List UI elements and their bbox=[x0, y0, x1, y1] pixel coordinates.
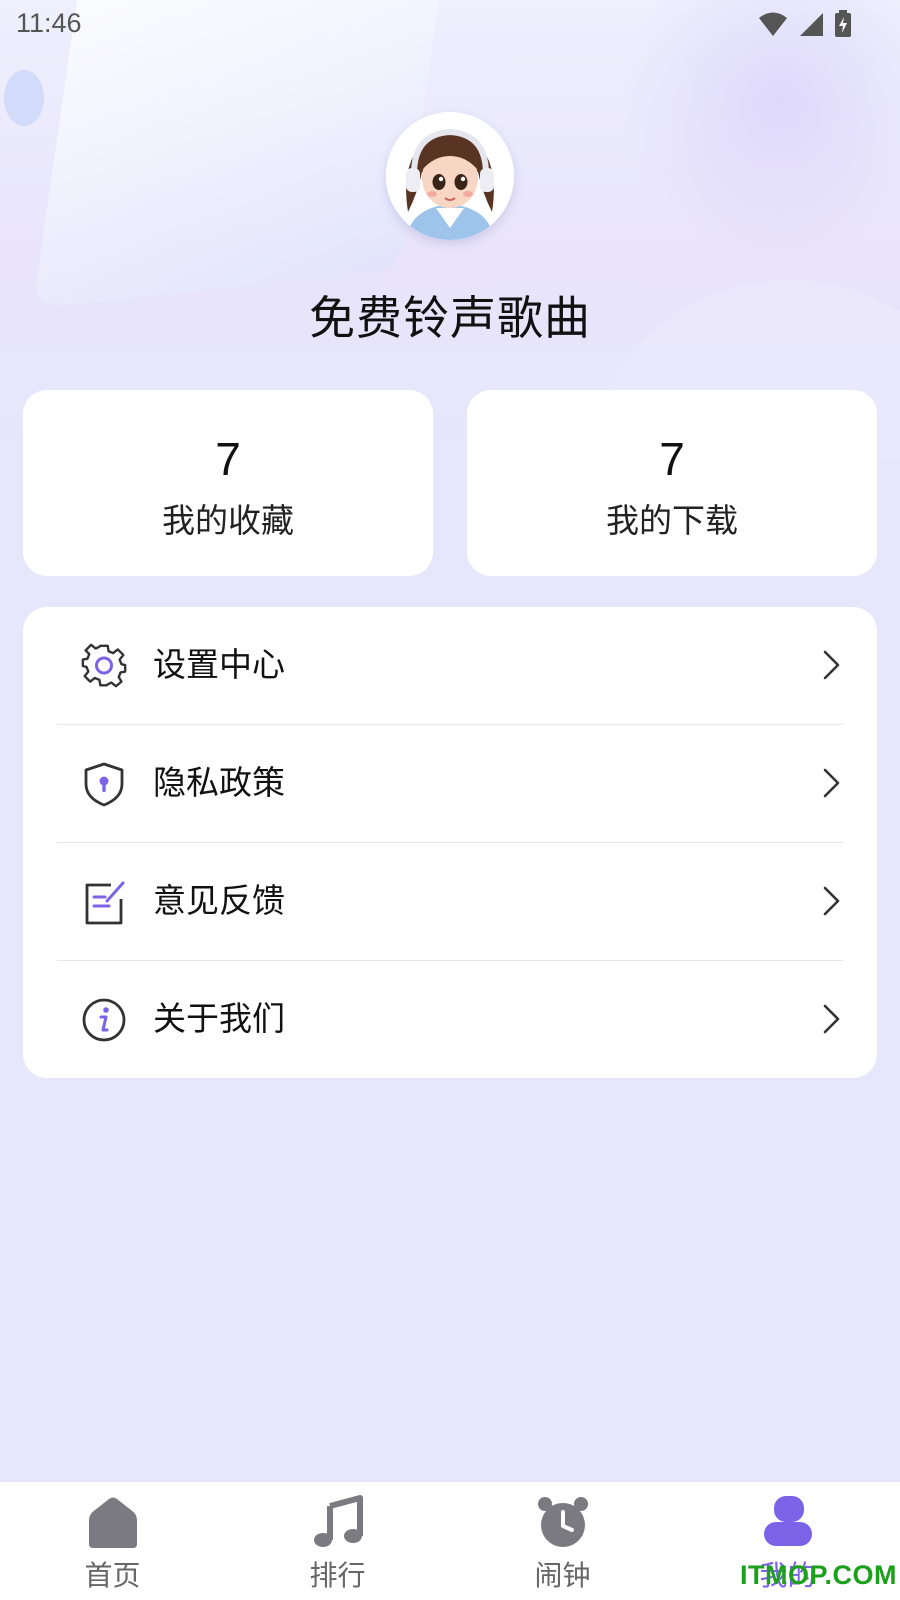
tab-label: 排行 bbox=[309, 1559, 366, 1592]
edit-note-icon bbox=[85, 881, 125, 925]
music-note-icon bbox=[314, 1495, 363, 1547]
tab-label: 闹钟 bbox=[534, 1559, 591, 1592]
battery-charging-icon bbox=[835, 10, 851, 37]
downloads-card[interactable]: 7 我的下载 bbox=[467, 390, 877, 576]
tab-alarm[interactable]: 闹钟 bbox=[450, 1482, 675, 1600]
favorites-count: 7 bbox=[215, 433, 241, 485]
menu-item-privacy[interactable]: 隐私政策 bbox=[57, 725, 843, 842]
watermark: ITMOP.COM bbox=[740, 1560, 898, 1590]
decorative-dot bbox=[4, 70, 44, 126]
chevron-right-icon bbox=[823, 886, 840, 916]
tab-ranking[interactable]: 排行 bbox=[225, 1482, 450, 1600]
favorites-label: 我的收藏 bbox=[162, 501, 294, 540]
chevron-right-icon bbox=[823, 650, 840, 680]
menu-list: 设置中心 隐私政策 意见反馈 关于我们 bbox=[23, 607, 877, 1078]
menu-item-label: 关于我们 bbox=[153, 999, 285, 1038]
app-name: 免费铃声歌曲 bbox=[309, 291, 591, 345]
alarm-clock-icon bbox=[538, 1497, 588, 1547]
menu-item-label: 意见反馈 bbox=[153, 881, 285, 920]
girl-with-headphones-avatar bbox=[386, 112, 514, 240]
shield-lock-icon bbox=[84, 762, 124, 807]
avatar[interactable] bbox=[386, 112, 514, 240]
cellular-signal-icon bbox=[800, 13, 823, 36]
info-icon bbox=[82, 998, 126, 1042]
tab-label: 首页 bbox=[84, 1559, 141, 1592]
menu-item-settings[interactable]: 设置中心 bbox=[57, 607, 843, 724]
menu-item-label: 隐私政策 bbox=[153, 763, 285, 802]
menu-item-about[interactable]: 关于我们 bbox=[57, 961, 843, 1078]
chevron-right-icon bbox=[823, 768, 840, 798]
favorites-card[interactable]: 7 我的收藏 bbox=[23, 390, 433, 576]
downloads-count: 7 bbox=[659, 433, 685, 485]
chevron-right-icon bbox=[823, 1004, 840, 1034]
status-bar: 11:46 bbox=[0, 0, 900, 50]
status-time: 11:46 bbox=[16, 8, 82, 38]
menu-item-feedback[interactable]: 意见反馈 bbox=[57, 843, 843, 960]
gear-icon bbox=[81, 643, 127, 688]
downloads-label: 我的下载 bbox=[606, 501, 738, 540]
home-icon bbox=[89, 1497, 137, 1548]
status-icons bbox=[758, 10, 852, 38]
menu-item-label: 设置中心 bbox=[153, 645, 285, 684]
tab-home[interactable]: 首页 bbox=[0, 1482, 225, 1600]
wifi-icon bbox=[759, 12, 787, 36]
user-icon bbox=[764, 1496, 812, 1546]
